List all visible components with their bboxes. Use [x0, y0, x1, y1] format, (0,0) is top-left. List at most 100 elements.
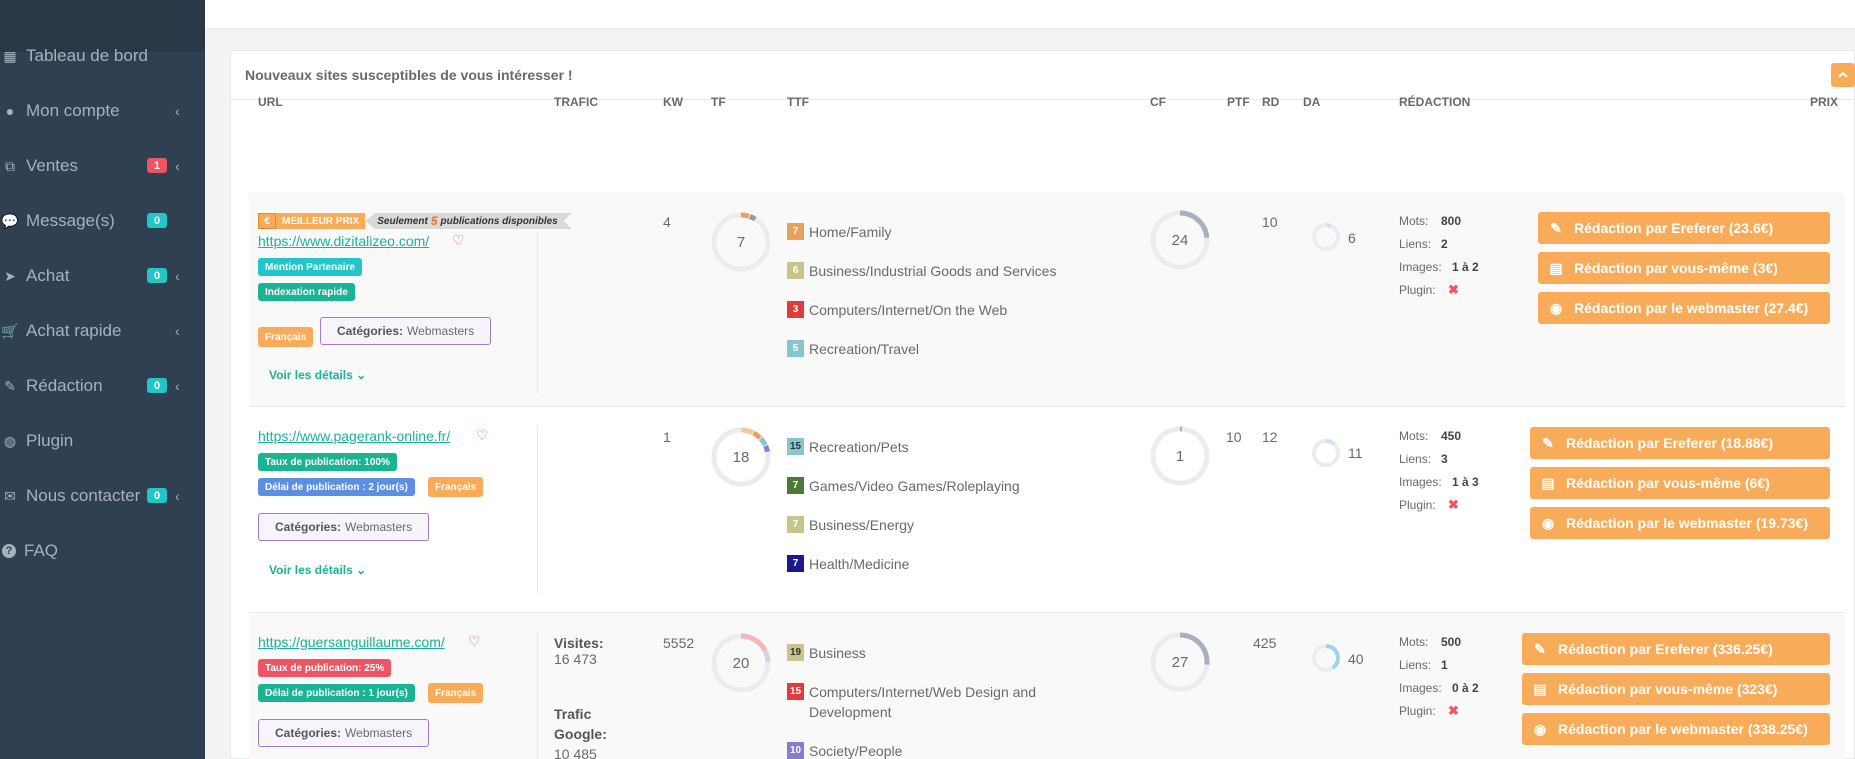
rd-value: 10 — [1262, 214, 1278, 230]
svg-text:1: 1 — [1176, 448, 1184, 465]
cf-donut: 24 — [1150, 210, 1210, 270]
visites-block: Visites: 16 473 — [554, 635, 604, 667]
language-badge: Français — [258, 327, 314, 347]
sidebar-item-label: Ventes — [26, 156, 78, 175]
ttf-item: 19 Business — [787, 644, 866, 663]
redaction-ereferer-button[interactable]: ✎ Rédaction par Ereferer (23.6€) — [1538, 212, 1830, 244]
site-url-link[interactable]: https://guersanguillaume.com/ — [258, 634, 445, 650]
redaction-meta: Mots: 500 Liens: 1 Images: 0 à 2 Plugin: ✖ — [1399, 634, 1479, 718]
trafic-google-block: Trafic Google: 10 485 — [554, 706, 607, 759]
redaction-meta: Mots: 800 Liens: 2 Images: 1 à 2 Plugin: ✖ — [1399, 213, 1479, 297]
sidebar-item-ventes[interactable]: ⧉ Ventes 1 ‹ — [0, 146, 205, 186]
sidebar-item-label: Mon compte — [26, 101, 120, 120]
collapse-button[interactable] — [1831, 63, 1855, 87]
user-circle-icon: ● — [5, 103, 15, 119]
details-toggle[interactable]: Voir les détails ⌄ — [269, 368, 366, 382]
dashboard-icon: ▦ — [3, 47, 17, 64]
chevron-down-icon: ⌄ — [356, 368, 367, 382]
redaction-ereferer-button[interactable]: ✎ Rédaction par Ereferer (336.25€) — [1522, 633, 1830, 665]
da-value: 6 — [1348, 230, 1356, 246]
label-indexation-rapide: Indexation rapide — [258, 283, 355, 301]
categories-box: Catégories: Webmasters — [320, 317, 492, 345]
chevron-left-icon: ‹ — [175, 323, 180, 339]
panel-title: Nouveaux sites susceptibles de vous inté… — [245, 67, 573, 83]
redaction-webmaster-button[interactable]: ◉ Rédaction par le webmaster (27.4€) — [1538, 292, 1830, 324]
redaction-self-button[interactable]: ▤ Rédaction par vous-même (3€) — [1538, 252, 1830, 284]
send-icon: ➤ — [4, 267, 16, 284]
sidebar-item-nous-contacter[interactable]: ✉ Nous contacter 0 ‹ — [0, 476, 205, 516]
ttf-item: 5 Recreation/Travel — [787, 340, 919, 359]
chevron-left-icon: ‹ — [175, 158, 180, 174]
availability-note: Seulement 5 publications disponibles — [365, 213, 572, 229]
tf-donut: 7 — [711, 212, 771, 272]
label-publication-delay: Délai de publication : 1 jour(s) — [258, 684, 415, 702]
redaction-ereferer-button[interactable]: ✎ Rédaction par Ereferer (18.88€) — [1530, 427, 1830, 459]
site-url-link[interactable]: https://www.dizitalizeo.com/ — [258, 233, 429, 249]
sidebar-item-faq[interactable]: ? FAQ — [0, 531, 205, 571]
ttf-item: 7 Health/Medicine — [787, 555, 909, 574]
da-value: 40 — [1348, 651, 1364, 667]
best-price-label: MEILLEUR PRIX — [276, 213, 366, 229]
user-circle-icon: ◉ — [1541, 514, 1555, 531]
user-circle-icon: ◉ — [1533, 720, 1547, 737]
kw-value: 5552 — [663, 635, 695, 651]
rd-value: 12 — [1262, 429, 1278, 445]
file-icon: ▤ — [1533, 680, 1547, 697]
redaction-webmaster-button[interactable]: ◉ Rédaction par le webmaster (19.73€) — [1530, 507, 1830, 539]
globe-icon: ◍ — [3, 432, 17, 449]
chevron-left-icon: ‹ — [175, 488, 180, 504]
ttf-item: 10 Society/People — [787, 742, 902, 759]
categories-box: Catégories: Webmasters — [258, 719, 430, 747]
best-price-ribbon: € MEILLEUR PRIX Seulement 5 publications d… — [258, 213, 572, 229]
count-badge: 0 — [147, 488, 167, 503]
sidebar-item-message-s[interactable]: 💬 Message(s) 0 — [0, 201, 205, 241]
pencil-icon: ✎ — [1534, 640, 1546, 657]
user-circle-icon: ◉ — [1549, 299, 1563, 316]
sidebar-item-achat-rapide[interactable]: 🛒 Achat rapide ‹ — [0, 311, 205, 351]
svg-text:7: 7 — [737, 234, 745, 251]
details-toggle[interactable]: Voir les détails ⌄ — [269, 563, 366, 577]
tf-donut: 18 — [711, 427, 771, 487]
file-icon: ▤ — [1541, 474, 1555, 491]
favorite-heart-icon[interactable]: ♡ — [452, 232, 465, 249]
sidebar-item-tableau-de-bord[interactable]: ▦ Tableau de bord — [0, 36, 205, 76]
clone-icon: ⧉ — [5, 157, 15, 174]
ttf-item: 3 Computers/Internet/On the Web — [787, 301, 1007, 320]
redaction-meta: Mots: 450 Liens: 3 Images: 1 à 3 Plugin: ✖ — [1399, 428, 1479, 512]
question-icon: ? — [2, 544, 16, 558]
header-rd: RD — [1262, 95, 1280, 109]
sidebar-item-label: Tableau de bord — [26, 46, 148, 65]
ttf-item: 15 Recreation/Pets — [787, 438, 909, 457]
da-donut — [1312, 439, 1340, 467]
favorite-heart-icon[interactable]: ♡ — [476, 427, 489, 444]
envelope-icon: ✉ — [4, 487, 16, 504]
sidebar-item-mon-compte[interactable]: ● Mon compte ‹ — [0, 91, 205, 131]
site-url-link[interactable]: https://www.pagerank-online.fr/ — [258, 428, 450, 444]
header-tf: TF — [711, 95, 726, 109]
sidebar-item-label: Nous contacter — [26, 486, 141, 505]
pencil-icon: ✎ — [1550, 219, 1562, 236]
header-kw: KW — [663, 95, 683, 109]
file-icon: ▤ — [1549, 259, 1563, 276]
redaction-self-button[interactable]: ▤ Rédaction par vous-même (6€) — [1530, 467, 1830, 499]
cf-donut: 1 — [1150, 426, 1210, 486]
sidebar: ▦ Tableau de bord ● Mon compte ‹ ⧉ Ventes 1 ‹ 💬 Me… — [0, 0, 205, 759]
sidebar-item-label: Achat rapide — [26, 321, 122, 340]
label-mention-partenaire: Mention Partenaire — [258, 258, 363, 276]
categories-box: Catégories: Webmasters — [258, 513, 430, 541]
sidebar-item-r-daction[interactable]: ✎ Rédaction 0 ‹ — [0, 366, 205, 406]
favorite-heart-icon[interactable]: ♡ — [468, 633, 481, 650]
kw-value: 1 — [663, 429, 671, 445]
language-badge: Français — [428, 683, 484, 703]
sidebar-item-label: Message(s) — [26, 211, 115, 230]
da-donut — [1312, 644, 1340, 672]
sidebar-item-plugin[interactable]: ◍ Plugin — [0, 421, 205, 461]
svg-text:20: 20 — [733, 655, 750, 672]
redaction-self-button[interactable]: ▤ Rédaction par vous-même (323€) — [1522, 673, 1830, 705]
ttf-item: 7 Games/Video Games/Roleplaying — [787, 477, 1020, 496]
redaction-webmaster-button[interactable]: ◉ Rédaction par le webmaster (338.25€) — [1522, 713, 1830, 745]
sidebar-item-achat[interactable]: ➤ Achat 0 ‹ — [0, 256, 205, 296]
euro-icon: € — [258, 213, 276, 229]
header-url: URL — [258, 95, 283, 109]
chevron-down-icon: ⌄ — [356, 563, 367, 577]
